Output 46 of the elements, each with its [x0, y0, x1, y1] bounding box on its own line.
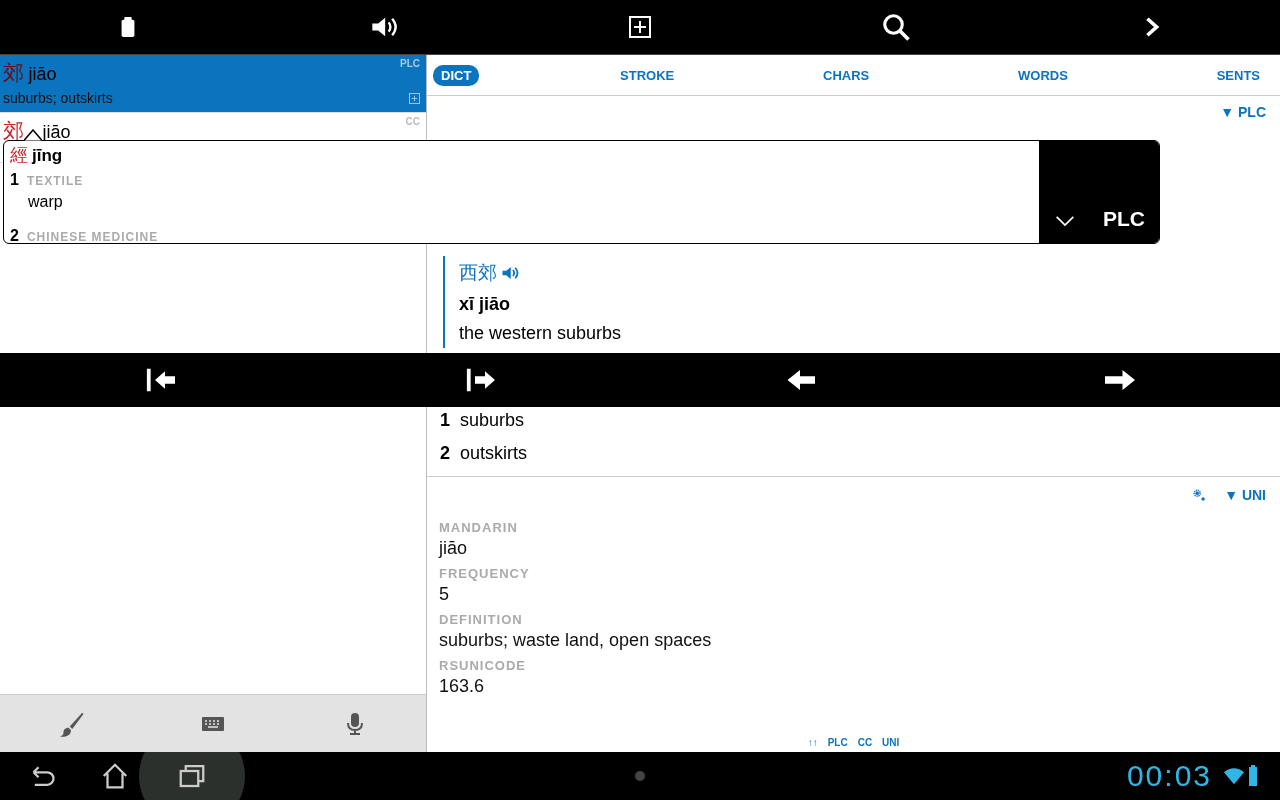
- sense-number: 2: [440, 443, 450, 464]
- field-value: 5: [439, 584, 450, 605]
- section-link[interactable]: ↑↑: [807, 737, 818, 748]
- menu-dot: [635, 771, 645, 781]
- field-label: FREQUENCY: [439, 566, 531, 581]
- sense-gloss: warp: [28, 193, 64, 211]
- tab[interactable]: CHARS: [815, 64, 878, 86]
- field-label: RSUNICODE: [439, 658, 527, 673]
- battery-icon: [1246, 763, 1260, 789]
- domain-label: TEXTILE: [26, 174, 84, 188]
- sense-text: suburbs: [460, 410, 525, 431]
- tab[interactable]: WORDS: [1010, 64, 1076, 86]
- section-link[interactable]: PLC: [827, 737, 848, 748]
- section-link[interactable]: CC: [857, 737, 873, 748]
- sense-text: outskirts: [460, 443, 528, 464]
- clock: 00:03: [1126, 759, 1212, 793]
- field-value: jiāo: [439, 538, 469, 559]
- result-hanzi: 郊: [3, 119, 24, 142]
- source-toggle[interactable]: ▼ PLC: [1220, 104, 1266, 120]
- example-pinyin: xī jiāo: [459, 294, 512, 315]
- result-hanzi: 郊: [3, 61, 24, 84]
- search-icon[interactable]: [881, 12, 911, 42]
- source-toggle[interactable]: ▼ UNI: [1224, 487, 1266, 503]
- field-value: suburbs; waste land, open spaces: [439, 630, 713, 651]
- sense-number: 1: [440, 410, 450, 431]
- result-gloss: suburbs; outskirts: [3, 90, 113, 106]
- result-pinyin: jiāo: [42, 122, 71, 142]
- source-label: PLC: [400, 58, 420, 69]
- result-row[interactable]: 郊 jiāo PLC suburbs; outskirts: [0, 55, 426, 113]
- sense-number: 2: [10, 227, 19, 245]
- source-label: CC: [405, 116, 420, 127]
- popup-source: PLC: [1103, 207, 1145, 231]
- example-gloss: the western suburbs: [459, 323, 623, 344]
- tab[interactable]: DICT: [433, 64, 480, 86]
- wifi-icon: [1222, 765, 1246, 787]
- section-link[interactable]: UNI: [882, 737, 900, 748]
- tab[interactable]: SENTS: [1208, 64, 1268, 86]
- domain-label: CHINESE MEDICINE: [26, 230, 159, 244]
- sense-number: 1: [10, 171, 19, 189]
- field-value: 163.6: [439, 676, 486, 697]
- popup-pinyin: jīng: [32, 146, 63, 166]
- tab[interactable]: STROKE: [612, 64, 683, 86]
- field-label: MANDARIN: [439, 520, 519, 535]
- result-pinyin: jiāo: [28, 64, 57, 84]
- field-label: DEFINITION: [439, 612, 524, 627]
- example-hanzi: 西郊: [459, 261, 497, 285]
